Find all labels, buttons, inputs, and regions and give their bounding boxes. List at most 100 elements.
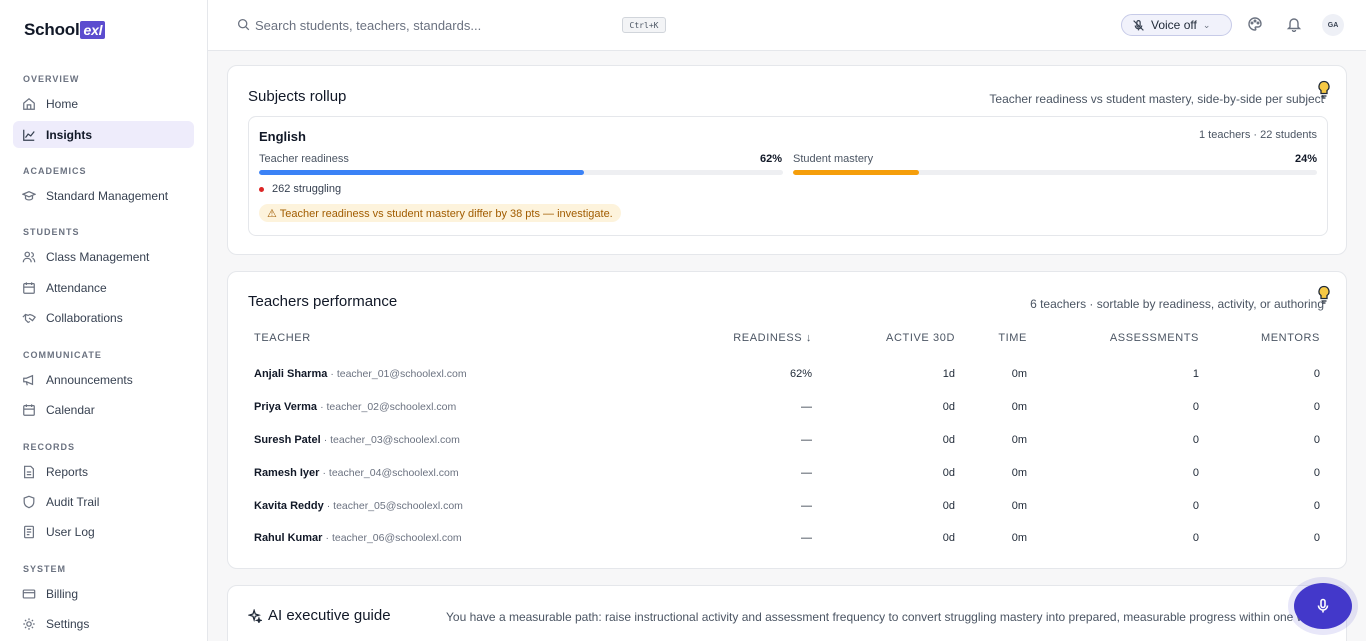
subject-card-english[interactable]: English 1 teachers · 22 students Teacher… (248, 116, 1328, 236)
teachers-performance-subtitle: 6 teachers · sortable by readiness, acti… (1030, 297, 1324, 311)
active-30d-cell: 0d (942, 401, 955, 413)
graduation-cap-icon (22, 190, 36, 201)
file-icon (24, 465, 34, 478)
teacher-name: Suresh Patel (254, 434, 321, 446)
teacher-cell: Kavita Reddy · teacher_05@schoolexl.com (254, 500, 463, 512)
voice-toggle-button[interactable]: Voice off ⌄ (1121, 14, 1232, 36)
column-header-teacher[interactable]: TEACHER (254, 332, 311, 344)
lightbulb-icon[interactable] (1316, 285, 1332, 305)
gap-warning-badge: ⚠ Teacher readiness vs student mastery d… (259, 204, 621, 222)
sidebar-item-settings[interactable]: Settings (13, 610, 194, 637)
teacher-name: Rahul Kumar (254, 532, 323, 544)
sidebar-item-label: Standard Management (46, 188, 169, 203)
sidebar-item-announcements[interactable]: Announcements (13, 366, 194, 393)
chart-icon (23, 129, 35, 141)
subject-meta: 1 teachers · 22 students (1198, 129, 1317, 141)
sidebar-item-label: Insights (46, 127, 93, 142)
column-header-active-30d[interactable]: ACTIVE 30D (886, 332, 955, 344)
sidebar-item-label: Home (46, 96, 79, 111)
teacher-readiness-value: 62% (760, 153, 783, 165)
sidebar-item-billing[interactable]: Billing (13, 580, 194, 607)
nav-section-communicate: COMMUNICATE (23, 350, 102, 360)
bell-icon[interactable] (1286, 16, 1302, 32)
home-icon (23, 97, 35, 110)
sidebar-item-collaborations[interactable]: Collaborations (13, 304, 194, 331)
teacher-cell: Anjali Sharma · teacher_01@schoolexl.com (254, 368, 467, 380)
sidebar-item-label: Announcements (46, 372, 133, 387)
sidebar-item-label: User Log (46, 524, 95, 539)
sidebar-item-reports[interactable]: Reports (13, 458, 194, 485)
sidebar-item-home[interactable]: Home (13, 90, 194, 117)
nav-section-academics: ACADEMICS (23, 166, 87, 176)
lightbulb-icon[interactable] (1316, 80, 1332, 100)
user-avatar[interactable]: GA (1322, 14, 1344, 36)
voice-assistant-button[interactable] (1294, 583, 1352, 629)
mentors-cell: 0 (1313, 401, 1320, 413)
teacher-cell: Ramesh Iyer · teacher_04@schoolexl.com (254, 467, 459, 479)
sidebar-item-user-log[interactable]: User Log (13, 518, 194, 545)
mentors-cell: 0 (1313, 467, 1320, 479)
teacher-name: Priya Verma (254, 401, 317, 413)
app-name: School (24, 20, 80, 39)
sidebar-item-label: Collaborations (46, 310, 123, 325)
time-cell: 0m (1011, 532, 1027, 544)
sidebar-item-calendar[interactable]: Calendar (13, 396, 194, 423)
column-header-time[interactable]: TIME (998, 332, 1027, 344)
palette-icon[interactable] (1247, 16, 1263, 32)
sidebar-item-label: Calendar (46, 402, 95, 417)
chevron-down-icon: ⌄ (1202, 19, 1211, 30)
teacher-name: Kavita Reddy (254, 500, 324, 512)
sidebar-item-label: Audit Trail (46, 494, 100, 509)
teacher-email: · teacher_05@schoolexl.com (326, 500, 463, 512)
readiness-cell: — (801, 401, 812, 413)
teacher-readiness-bar-fill (259, 170, 584, 175)
readiness-cell: — (801, 434, 812, 446)
megaphone-icon (23, 374, 34, 385)
calendar-icon (23, 403, 35, 416)
sidebar-item-class-management[interactable]: Class Management (13, 243, 194, 270)
sidebar-item-insights[interactable]: Insights (13, 121, 194, 148)
sidebar-item-attendance[interactable]: Attendance (13, 274, 194, 301)
app-name-badge: exl (80, 21, 106, 39)
active-30d-cell: 1d (942, 368, 955, 380)
active-30d-cell: 0d (942, 434, 955, 446)
active-30d-cell: 0d (942, 532, 955, 544)
column-header-mentors[interactable]: MENTORS (1261, 332, 1320, 344)
student-mastery-bar-fill (793, 170, 919, 175)
sidebar: School exl OVERVIEW Home Insights ACADEMI… (0, 0, 208, 641)
teacher-cell: Rahul Kumar · teacher_06@schoolexl.com (254, 532, 462, 544)
subjects-rollup-subtitle: Teacher readiness vs student mastery, si… (989, 92, 1324, 106)
topbar: Ctrl+K Voice off ⌄ GA (208, 0, 1366, 51)
teacher-email: · teacher_01@schoolexl.com (330, 368, 467, 380)
struggling-label: 262 struggling (272, 183, 342, 195)
search-input[interactable] (255, 14, 615, 36)
teacher-name: Anjali Sharma (254, 368, 328, 380)
subject-name: English (259, 129, 306, 144)
active-30d-cell: 0d (942, 500, 955, 512)
assessments-cell: 0 (1192, 434, 1199, 446)
teacher-cell: Priya Verma · teacher_02@schoolexl.com (254, 401, 456, 413)
calendar-icon (23, 281, 35, 294)
time-cell: 0m (1011, 500, 1027, 512)
teacher-readiness-bar (259, 170, 783, 175)
sidebar-item-standard-management[interactable]: Standard Management (13, 182, 194, 209)
sidebar-item-audit-trail[interactable]: Audit Trail (13, 488, 194, 515)
column-header-assessments[interactable]: ASSESSMENTS (1110, 332, 1199, 344)
app-logo[interactable]: School exl (24, 20, 106, 40)
mic-off-icon (1133, 19, 1144, 31)
nav-section-records: RECORDS (23, 442, 76, 452)
voice-toggle-label: Voice off (1151, 18, 1197, 32)
ai-guide-card: AI executive guide You have a measurable… (227, 585, 1347, 641)
readiness-cell: 62% (789, 368, 812, 380)
struggling-count: 262 struggling (259, 183, 341, 195)
gear-icon (23, 617, 35, 630)
readiness-cell: — (801, 500, 812, 512)
column-header-readiness[interactable]: READINESS ↓ (733, 332, 812, 344)
assessments-cell: 1 (1192, 368, 1199, 380)
sparkle-icon (248, 608, 262, 623)
mentors-cell: 0 (1313, 532, 1320, 544)
ai-guide-title: AI executive guide (248, 607, 391, 624)
assessments-cell: 0 (1192, 500, 1199, 512)
card-icon (22, 588, 36, 599)
time-cell: 0m (1011, 434, 1027, 446)
